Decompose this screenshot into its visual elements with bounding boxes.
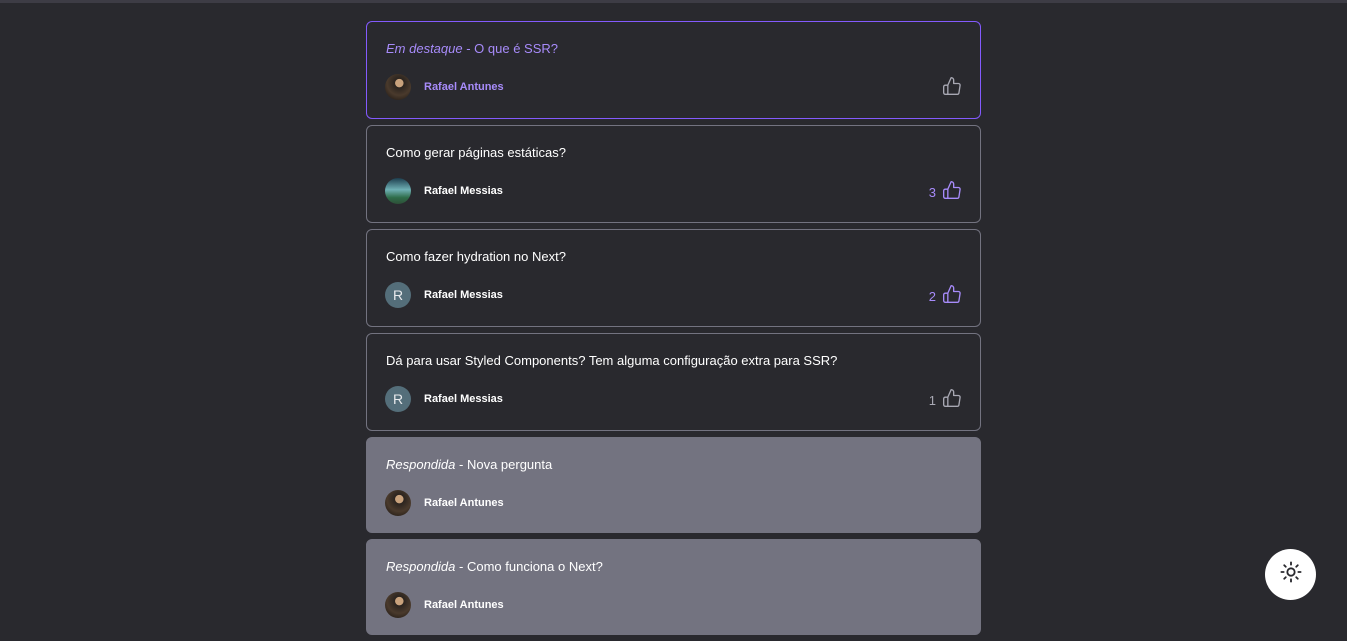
avatar bbox=[385, 592, 411, 618]
question-tag: Respondida bbox=[386, 559, 456, 574]
question-text: Dá para usar Styled Components? Tem algu… bbox=[386, 353, 837, 369]
question-content: Como fazer hydration no Next? bbox=[386, 249, 566, 264]
like-button[interactable]: 2 bbox=[929, 284, 962, 304]
question-separator: - bbox=[462, 41, 475, 56]
question-content: Nova pergunta bbox=[466, 457, 553, 472]
like-button[interactable] bbox=[942, 76, 962, 96]
avatar: R bbox=[385, 282, 411, 308]
question-content: Dá para usar Styled Components? Tem algu… bbox=[386, 353, 838, 368]
like-count: 2 bbox=[928, 289, 936, 304]
question-card: Respondida - Nova pergunta Rafael Antune… bbox=[366, 437, 981, 533]
like-button[interactable]: 3 bbox=[929, 180, 962, 200]
thumbs-up-icon bbox=[942, 388, 962, 408]
question-text: Respondida - Nova pergunta bbox=[386, 457, 552, 473]
question-content: Como funciona o Next? bbox=[466, 559, 603, 574]
question-content: Como gerar páginas estáticas? bbox=[386, 145, 566, 160]
question-author: Rafael Antunes bbox=[385, 74, 504, 100]
question-separator: - bbox=[455, 559, 467, 574]
thumbs-up-icon bbox=[942, 284, 962, 304]
question-text: Respondida - Como funciona o Next? bbox=[386, 559, 603, 575]
question-author: R Rafael Messias bbox=[385, 386, 503, 412]
author-name: Rafael Messias bbox=[424, 185, 503, 197]
question-card: Como fazer hydration no Next? R Rafael M… bbox=[366, 229, 981, 327]
sun-icon bbox=[1279, 561, 1302, 588]
question-author: Rafael Messias bbox=[385, 178, 503, 204]
question-card: Como gerar páginas estáticas? Rafael Mes… bbox=[366, 125, 981, 223]
question-text: Como fazer hydration no Next? bbox=[386, 249, 566, 265]
avatar bbox=[385, 74, 411, 100]
avatar: R bbox=[385, 386, 411, 412]
top-bar bbox=[0, 0, 1347, 3]
question-card: Dá para usar Styled Components? Tem algu… bbox=[366, 333, 981, 431]
question-card: Respondida - Como funciona o Next? Rafae… bbox=[366, 539, 981, 635]
question-separator: - bbox=[455, 457, 467, 472]
author-name: Rafael Antunes bbox=[424, 81, 504, 93]
author-name: Rafael Antunes bbox=[424, 497, 504, 509]
like-button[interactable]: 1 bbox=[929, 388, 962, 408]
theme-toggle-button[interactable] bbox=[1265, 549, 1316, 600]
question-tag: Respondida bbox=[386, 457, 456, 472]
like-count: 3 bbox=[928, 185, 936, 200]
question-author: R Rafael Messias bbox=[385, 282, 503, 308]
question-list: Em destaque - O que é SSR? Rafael Antune… bbox=[366, 21, 981, 641]
like-count: 1 bbox=[928, 393, 936, 408]
question-content: O que é SSR? bbox=[474, 41, 558, 56]
question-text: Como gerar páginas estáticas? bbox=[386, 145, 566, 161]
question-text: Em destaque - O que é SSR? bbox=[386, 41, 558, 57]
author-name: Rafael Messias bbox=[424, 289, 503, 301]
question-author: Rafael Antunes bbox=[385, 490, 504, 516]
author-name: Rafael Antunes bbox=[424, 599, 504, 611]
avatar bbox=[385, 490, 411, 516]
question-card: Em destaque - O que é SSR? Rafael Antune… bbox=[366, 21, 981, 119]
thumbs-up-icon bbox=[942, 76, 962, 96]
question-author: Rafael Antunes bbox=[385, 592, 504, 618]
question-tag: Em destaque bbox=[386, 41, 463, 56]
thumbs-up-icon bbox=[942, 180, 962, 200]
author-name: Rafael Messias bbox=[424, 393, 503, 405]
avatar bbox=[385, 178, 411, 204]
